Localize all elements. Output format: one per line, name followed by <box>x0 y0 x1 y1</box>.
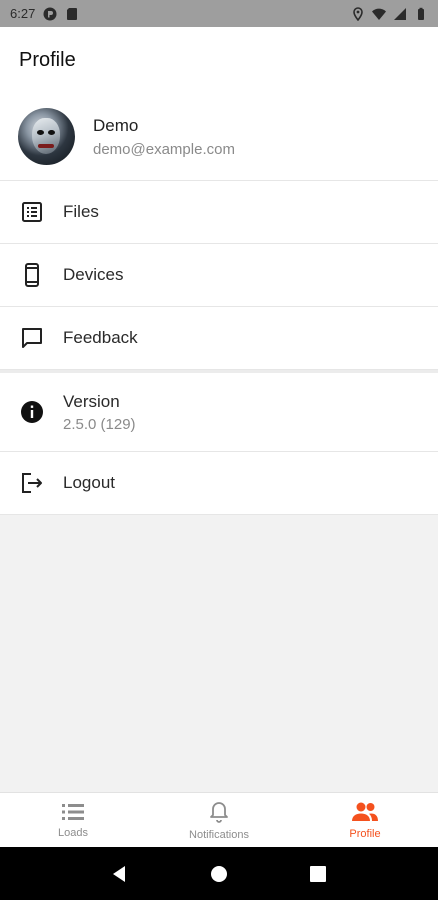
menu-item-files[interactable]: Files <box>0 181 438 244</box>
logout-label: Logout <box>63 473 115 492</box>
profile-email: demo@example.com <box>93 140 235 158</box>
page-title: Profile <box>19 48 76 71</box>
list-document-icon <box>20 200 44 224</box>
avatar <box>18 108 75 165</box>
profile-header[interactable]: Demo demo@example.com <box>0 93 438 181</box>
nav-item-notifications[interactable]: Notifications <box>146 793 292 847</box>
nav-item-profile[interactable]: Profile <box>292 793 438 847</box>
profile-content: Demo demo@example.com Files Devices Feed… <box>0 93 438 515</box>
version-value: 2.5.0 (129) <box>63 415 136 433</box>
menu-item-label: Feedback <box>63 328 138 347</box>
back-icon[interactable] <box>110 864 130 884</box>
logout-button[interactable]: Logout <box>0 452 438 515</box>
nav-label: Notifications <box>189 828 249 841</box>
version-row: Version 2.5.0 (129) <box>0 370 438 452</box>
version-label: Version <box>63 391 120 411</box>
battery-icon <box>418 7 424 20</box>
signal-icon <box>394 7 406 20</box>
recents-icon[interactable] <box>308 864 328 884</box>
location-icon <box>353 6 363 21</box>
app-p-icon <box>43 7 57 20</box>
nav-label: Loads <box>58 826 88 839</box>
sd-card-icon <box>67 7 78 20</box>
system-navigation-bar <box>0 847 438 900</box>
bottom-navigation: Loads Notifications Profile <box>0 792 438 847</box>
nav-label: Profile <box>349 827 381 840</box>
menu-item-label: Devices <box>63 265 124 284</box>
wifi-icon <box>372 8 386 20</box>
menu-item-feedback[interactable]: Feedback <box>0 307 438 370</box>
profile-name: Demo <box>93 115 139 135</box>
people-icon <box>352 802 378 821</box>
status-bar: 6:27 <box>0 0 438 27</box>
status-time: 6:27 <box>10 6 36 21</box>
chat-bubble-icon <box>20 326 44 350</box>
logout-icon <box>20 471 44 495</box>
home-icon[interactable] <box>209 864 229 884</box>
menu-item-devices[interactable]: Devices <box>0 244 438 307</box>
app-bar: Profile <box>0 27 438 93</box>
nav-item-loads[interactable]: Loads <box>0 793 146 847</box>
list-icon <box>62 803 84 820</box>
phone-icon <box>20 263 44 287</box>
info-icon <box>20 400 44 424</box>
menu-item-label: Files <box>63 202 99 221</box>
bell-icon <box>210 801 228 823</box>
